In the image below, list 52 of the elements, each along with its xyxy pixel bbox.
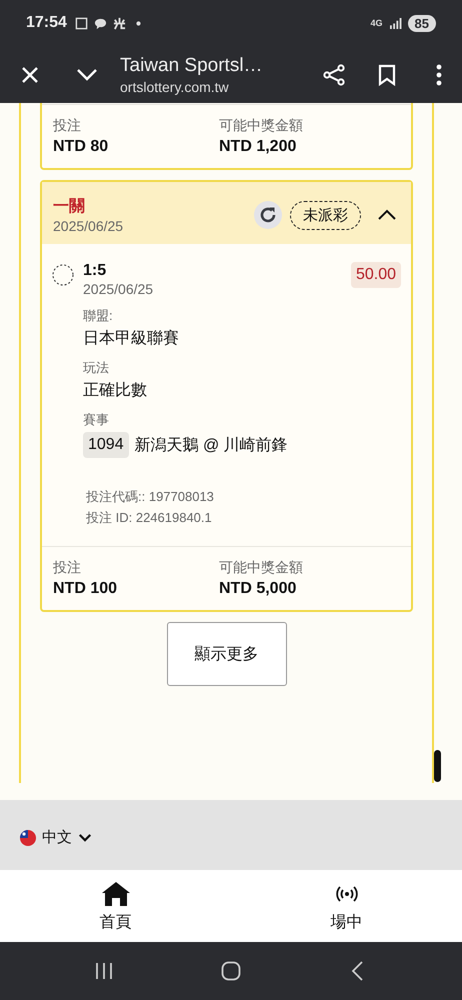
bet-type: 一關 xyxy=(53,197,86,217)
chevron-down-icon[interactable] xyxy=(76,68,98,82)
market-name: 正確比數 xyxy=(83,380,148,401)
nav-tab[interactable]: 場中 xyxy=(231,870,462,942)
event-number: 1094 xyxy=(83,432,129,458)
scrollbar-thumb[interactable] xyxy=(434,750,441,782)
flag-icon xyxy=(20,830,36,846)
stake-amount: NTD 100 xyxy=(53,580,118,598)
selection-date: 2025/06/25 xyxy=(83,281,154,297)
language-selector[interactable]: 中文 xyxy=(20,828,442,847)
nav-tab[interactable]: 首頁 xyxy=(0,870,231,942)
battery-level: 85 xyxy=(408,14,436,32)
payout-label: 可能中獎金額 xyxy=(219,117,304,135)
notification-icon xyxy=(74,16,88,30)
bet-code: 投注代碼:: 197708013 xyxy=(86,488,215,506)
stake-label: 投注 xyxy=(53,559,82,577)
stake-label: 投注 xyxy=(53,117,82,135)
home-icon xyxy=(100,880,130,906)
close-icon[interactable] xyxy=(20,64,40,84)
home-button-icon[interactable] xyxy=(220,961,241,981)
bookmark-icon[interactable] xyxy=(378,64,396,86)
collapse-icon[interactable] xyxy=(377,208,397,222)
app-icon xyxy=(112,16,126,30)
show-more-button[interactable]: 顯示更多 xyxy=(166,622,286,686)
dot-icon xyxy=(136,20,141,26)
recent-apps-icon[interactable] xyxy=(94,961,114,981)
share-icon[interactable] xyxy=(322,62,346,86)
chevron-down-icon xyxy=(78,833,92,842)
pending-icon xyxy=(52,264,74,286)
event-name: 新潟天鵝 @ 川崎前鋒 xyxy=(134,436,288,456)
payout-amount: NTD 1,200 xyxy=(219,138,298,156)
league-label: 聯盟: xyxy=(83,307,114,325)
payout-label: 可能中獎金額 xyxy=(219,559,304,577)
clock-time: 17:54 xyxy=(26,14,67,32)
refresh-icon[interactable] xyxy=(254,201,282,229)
market-label: 玩法 xyxy=(83,359,110,377)
bet-date: 2025/06/25 xyxy=(53,218,124,234)
payout-amount: NTD 5,000 xyxy=(219,580,298,598)
broadcast-icon xyxy=(334,884,358,902)
stake-amount: NTD 80 xyxy=(53,138,110,156)
selection-pick: 1:5 xyxy=(83,262,108,280)
chat-icon xyxy=(94,16,107,30)
signal-icon xyxy=(388,18,402,28)
network-type: 4G xyxy=(370,18,383,28)
status-tag: 未派彩 xyxy=(290,200,361,230)
page-title: Taiwan Sportsl… xyxy=(120,54,264,76)
page-url[interactable]: ortslottery.com.tw xyxy=(120,78,322,94)
odds-value: 50.00 xyxy=(350,262,401,288)
bet-id: 投注 ID: 224619840.1 xyxy=(86,509,213,527)
more-options-icon[interactable] xyxy=(436,64,442,86)
league-name: 日本甲級聯賽 xyxy=(83,328,180,349)
event-label: 賽事 xyxy=(83,411,110,429)
